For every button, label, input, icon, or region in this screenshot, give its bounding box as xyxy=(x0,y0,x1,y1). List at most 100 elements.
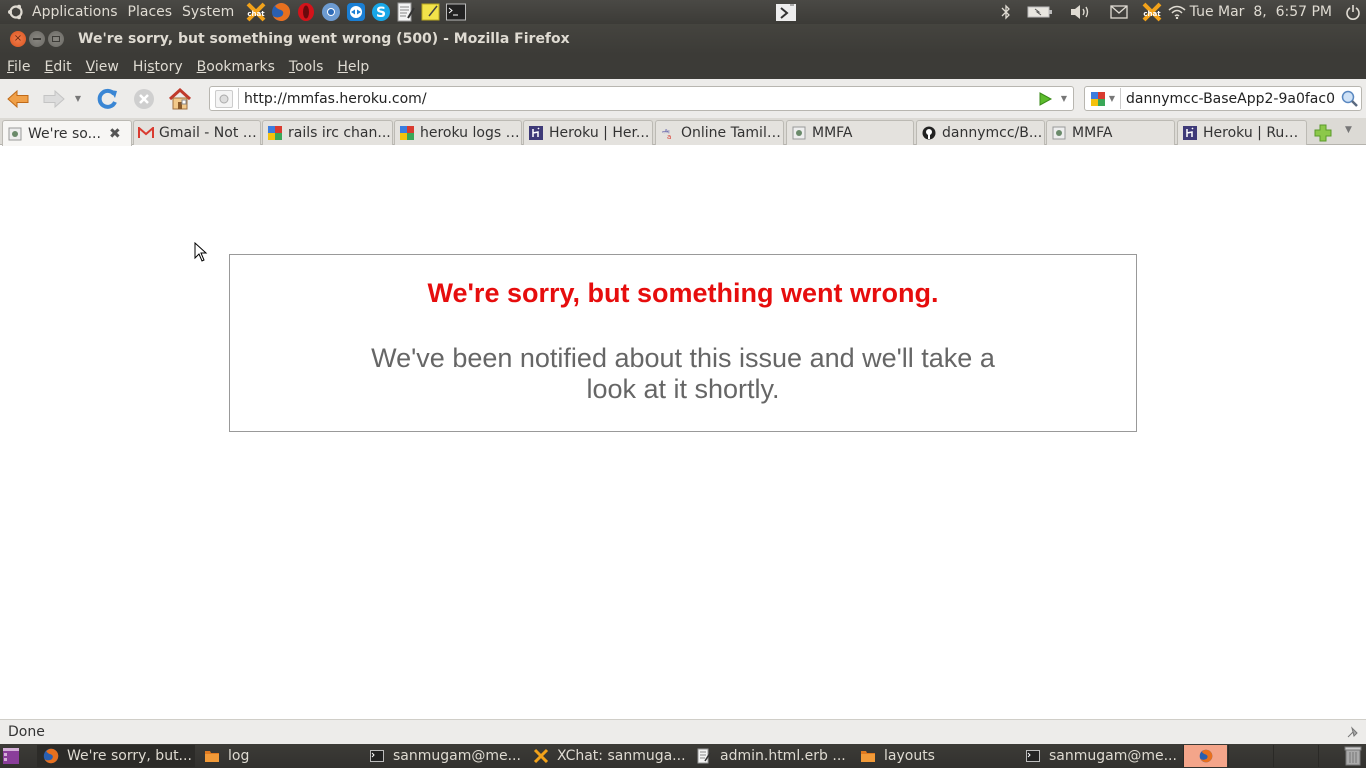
workspace-3[interactable] xyxy=(1273,745,1317,767)
menu-bookmarks-key: B xyxy=(196,58,207,75)
stop-button[interactable] xyxy=(128,83,160,115)
panel-menu-places[interactable]: Places xyxy=(128,4,173,20)
mail-icon[interactable] xyxy=(1100,1,1138,23)
tab-mmfa-1[interactable]: MMFA xyxy=(786,120,914,145)
addon-status-icon[interactable] xyxy=(1346,725,1360,739)
xchat-tray-icon[interactable]: chat xyxy=(1138,1,1166,23)
power-icon[interactable] xyxy=(1340,1,1366,23)
close-tab-icon[interactable]: ✖ xyxy=(109,126,121,142)
window-titlebar[interactable]: × We're sorry, but something went wrong … xyxy=(0,24,1366,54)
menu-history-key: s xyxy=(147,58,155,75)
back-button[interactable] xyxy=(2,83,34,115)
chevron-down-icon: ▼ xyxy=(74,94,82,103)
forward-button[interactable] xyxy=(38,83,70,115)
taskbar-item-xchat[interactable]: XChat: sanmuga... xyxy=(527,745,687,767)
workspace-2[interactable] xyxy=(1228,745,1272,767)
search-input[interactable]: dannymcc-BaseApp2-9a0fac0 xyxy=(1121,91,1339,107)
ubuntu-logo-icon[interactable] xyxy=(6,2,26,22)
tab-gmail[interactable]: Gmail - Not r... xyxy=(133,120,261,145)
search-bar[interactable]: ▼ dannymcc-BaseApp2-9a0fac0 xyxy=(1084,86,1362,111)
reload-icon xyxy=(97,88,117,109)
tab-heroku-her[interactable]: Heroku | Her... xyxy=(523,120,653,145)
tab-mmfa-2[interactable]: MMFA xyxy=(1046,120,1175,145)
tamil-icon: அa xyxy=(660,125,676,141)
taskbar-item-admin-erb[interactable]: admin.html.erb ... xyxy=(690,745,850,767)
xchat-icon xyxy=(533,748,549,764)
taskbar-item-log[interactable]: log xyxy=(198,745,358,767)
search-button[interactable] xyxy=(1339,88,1361,110)
skype-launcher[interactable]: S xyxy=(369,1,393,23)
wifi-icon[interactable] xyxy=(1166,1,1188,23)
reload-button[interactable] xyxy=(92,83,124,115)
battery-icon[interactable] xyxy=(1020,1,1060,23)
tab-github[interactable]: dannymcc/B... xyxy=(916,120,1045,145)
taskbar-item-terminal-2[interactable]: sanmugam@me... xyxy=(1019,745,1179,767)
menu-edit[interactable]: Edit xyxy=(44,59,71,75)
search-icon xyxy=(1341,90,1358,107)
taskbar-item-terminal-1[interactable]: sanmugam@me... xyxy=(363,745,523,767)
url-bar[interactable]: http://mmfas.heroku.com/ ▼ xyxy=(209,86,1074,111)
error-message: We've been notified about this issue and… xyxy=(371,343,995,404)
status-text: Done xyxy=(8,724,45,740)
notes-launcher[interactable] xyxy=(419,1,443,23)
maximize-icon xyxy=(52,36,60,42)
menu-file[interactable]: File xyxy=(7,59,30,75)
url-separator xyxy=(238,88,239,109)
opera-launcher[interactable] xyxy=(294,1,318,23)
window-maximize-button[interactable] xyxy=(48,31,64,47)
terminal-icon xyxy=(446,3,467,21)
trash-icon[interactable] xyxy=(1344,746,1362,766)
firefox-icon xyxy=(43,748,59,764)
bluetooth-icon[interactable] xyxy=(992,1,1020,23)
history-dropdown[interactable]: ▼ xyxy=(70,83,86,115)
tab-label: We're so... xyxy=(28,125,101,142)
chromium-launcher[interactable] xyxy=(319,1,343,23)
window-selector-applet[interactable] xyxy=(775,2,797,22)
xchat-launcher[interactable]: chat xyxy=(244,1,268,23)
tab-label: Heroku | Her... xyxy=(549,125,650,141)
teamviewer-launcher[interactable] xyxy=(344,1,368,23)
url-dropdown-icon[interactable]: ▼ xyxy=(1057,94,1071,103)
taskbar-item-firefox[interactable]: We're sorry, but... xyxy=(37,745,195,767)
menu-tools[interactable]: Tools xyxy=(289,59,324,75)
page-icon xyxy=(1051,125,1067,141)
menu-history[interactable]: History xyxy=(133,59,183,75)
menu-file-rest: ile xyxy=(14,58,31,75)
tab-label: MMFA xyxy=(812,125,853,141)
menubar: File Edit View History Bookmarks Tools H… xyxy=(0,54,1366,79)
panel-menu-applications[interactable]: Applications xyxy=(32,4,118,20)
home-button[interactable] xyxy=(164,83,196,115)
terminal-launcher[interactable] xyxy=(444,1,468,23)
menu-edit-key: E xyxy=(44,58,54,75)
show-desktop-button[interactable] xyxy=(0,745,22,767)
menu-bookmarks[interactable]: Bookmarks xyxy=(197,59,275,75)
new-tab-button[interactable] xyxy=(1313,123,1333,143)
window-minimize-button[interactable] xyxy=(29,31,45,47)
url-input[interactable]: http://mmfas.heroku.com/ xyxy=(244,91,1037,107)
menu-edit-rest: dit xyxy=(53,58,72,75)
search-engine-selector[interactable]: ▼ xyxy=(1085,88,1121,109)
taskbar-item-layouts[interactable]: layouts xyxy=(854,745,1014,767)
tab-online-tamil[interactable]: அa Online Tamil ... xyxy=(655,120,784,145)
panel-menu-system[interactable]: System xyxy=(182,4,234,20)
chromium-icon xyxy=(322,3,341,21)
tab-were-sorry[interactable]: We're so... ✖ xyxy=(2,120,132,146)
skype-icon: S xyxy=(372,3,391,21)
volume-icon[interactable] xyxy=(1060,1,1100,23)
menu-view-key: V xyxy=(85,58,95,75)
workspace-4[interactable] xyxy=(1318,745,1340,767)
go-button[interactable] xyxy=(1037,91,1053,107)
menu-view[interactable]: View xyxy=(86,59,119,75)
menu-help[interactable]: Help xyxy=(337,59,369,75)
text-editor-launcher[interactable] xyxy=(394,1,418,23)
list-all-tabs-button[interactable]: ▼ xyxy=(1345,125,1352,135)
site-identity-icon[interactable] xyxy=(215,89,233,108)
window-close-button[interactable]: × xyxy=(10,31,26,47)
clock[interactable]: Tue Mar 8, 6:57 PM xyxy=(1190,4,1332,20)
tab-heroku-rub[interactable]: Heroku | Rub... xyxy=(1177,120,1307,145)
workspace-1[interactable] xyxy=(1183,745,1227,767)
firefox-launcher[interactable] xyxy=(269,1,293,23)
tab-heroku-logs[interactable]: heroku logs -... xyxy=(394,120,522,145)
minimize-icon xyxy=(33,38,41,40)
tab-rails-irc[interactable]: rails irc chan... xyxy=(262,120,393,145)
